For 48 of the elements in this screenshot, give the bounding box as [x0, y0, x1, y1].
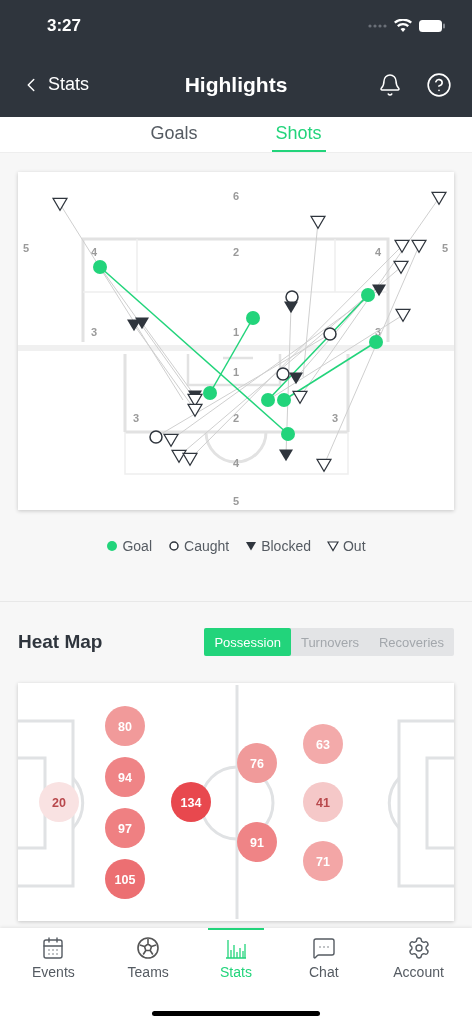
heat-bubble: 105: [105, 858, 145, 899]
section-title: Heat Map: [18, 630, 103, 654]
zone-label: 1: [232, 366, 240, 378]
zone-label: 6: [232, 190, 240, 202]
zone-label: 2: [232, 412, 240, 424]
tab-bar-item[interactable]: Events: [18, 928, 89, 983]
page-title: Highlights: [184, 71, 288, 98]
zone-label: 2: [232, 246, 240, 258]
tab[interactable]: Goals: [146, 117, 202, 152]
notification-icon[interactable]: [378, 72, 402, 97]
zone-label: 3: [374, 326, 382, 338]
legend-label: Caught: [184, 536, 230, 556]
zone-label: 3: [90, 326, 98, 338]
back-button[interactable]: Stats: [20, 71, 90, 98]
tab-bar-item[interactable]: Teams: [113, 928, 184, 983]
zone-label: 5: [232, 495, 240, 507]
heat-bubble: 63: [303, 723, 343, 764]
heat-bubble: 76: [237, 742, 277, 783]
zone-label: 1: [232, 326, 240, 338]
heat-bubble: 71: [303, 840, 343, 881]
legend-label: Goal: [122, 536, 152, 556]
heat-bubble: 134: [171, 781, 211, 822]
status-time: 3:27: [47, 15, 82, 38]
heat-bubble: 41: [303, 781, 343, 822]
tab-bar-item[interactable]: Chat: [288, 928, 359, 983]
heat-bubble: 97: [105, 807, 145, 848]
signal-icon: [368, 24, 388, 28]
soccer-ball-icon: [136, 936, 161, 960]
heat-bubble: 94: [105, 756, 145, 797]
heat-bubble: 80: [105, 705, 145, 746]
settings-icon: [406, 936, 431, 960]
tab-bar-item[interactable]: Account: [383, 928, 454, 983]
help-icon[interactable]: [426, 71, 452, 98]
chat-icon: [311, 936, 336, 960]
zone-label: 4: [232, 457, 240, 469]
legend-label: Out: [343, 536, 366, 556]
zone-label: 3: [331, 412, 339, 424]
calendar-icon: [41, 936, 66, 960]
heat-bubble: 91: [237, 821, 277, 862]
zone-label: 5: [441, 242, 449, 254]
wifi-icon: [394, 19, 412, 33]
legend-label: Blocked: [261, 536, 311, 556]
zone-label: 4: [374, 246, 382, 258]
battery-icon: [418, 19, 446, 33]
heat-bubble: 20: [39, 781, 79, 822]
zone-label: 4: [90, 246, 98, 258]
zone-label: 5: [22, 242, 30, 254]
zone-label: 3: [132, 412, 140, 424]
